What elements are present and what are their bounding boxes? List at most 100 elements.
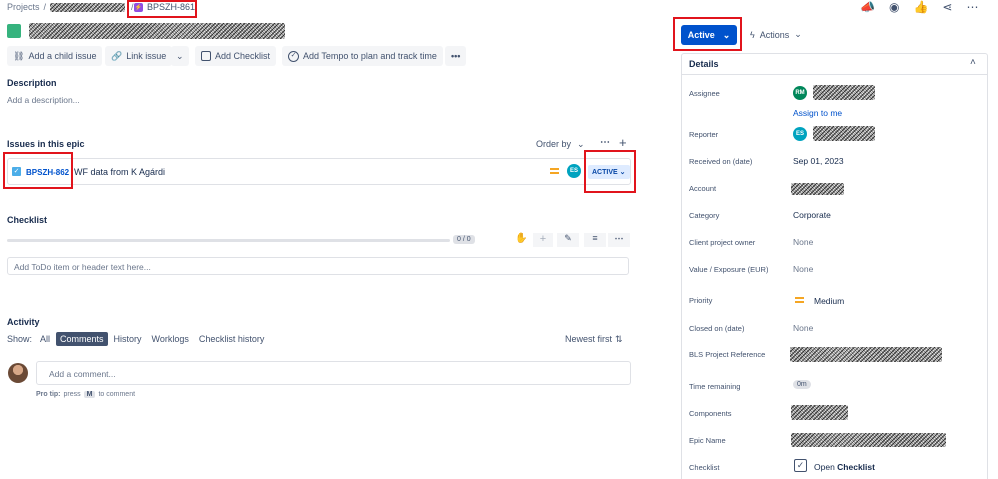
- value-exposure-value[interactable]: None: [793, 264, 813, 274]
- add-checklist-button[interactable]: Add Checklist: [195, 46, 277, 66]
- time-remaining-value[interactable]: 0m: [793, 380, 811, 389]
- lightning-icon: ϟ: [750, 29, 755, 40]
- child-issue-summary[interactable]: WF data from K Agárdi: [74, 167, 165, 177]
- share-icon[interactable]: ⋖: [942, 0, 952, 14]
- checklist-more-icon[interactable]: ⋯: [608, 233, 630, 247]
- chevron-down-icon: ⌄: [176, 50, 184, 61]
- hierarchy-icon: ⛓: [13, 50, 25, 61]
- pro-tip: Pro tip: press Mto comment: [36, 391, 136, 398]
- more-actions-button[interactable]: •••: [445, 46, 467, 66]
- ellipsis-icon: •••: [451, 51, 461, 61]
- add-tempo-button[interactable]: ✓ Add Tempo to plan and track time: [282, 46, 443, 66]
- checklist-field-label: Checklist: [689, 463, 720, 472]
- activity-tabs: All Comments History Worklogs Checklist …: [36, 332, 270, 346]
- child-status-lozenge[interactable]: ACTIVE ⌄: [588, 165, 630, 179]
- components-label: Components: [689, 409, 732, 418]
- sort-newest-button[interactable]: Newest first ⇅: [565, 334, 623, 345]
- checklist-progress-bar: [7, 239, 450, 242]
- breadcrumb-separator: /: [43, 2, 47, 12]
- assignee-name-redacted[interactable]: [813, 85, 875, 100]
- reporter-avatar[interactable]: ES: [793, 127, 807, 141]
- checkbox-icon: [201, 51, 211, 61]
- assign-to-me-link[interactable]: Assign to me: [793, 108, 842, 118]
- account-value-redacted[interactable]: [791, 183, 844, 195]
- epic-more-icon[interactable]: ⋯: [600, 137, 610, 148]
- breadcrumb-issue[interactable]: ⚡ BPSZH-861: [134, 2, 195, 12]
- closed-label: Closed on (date): [689, 324, 745, 333]
- reporter-name-redacted[interactable]: [813, 126, 875, 141]
- checklist-checkbox-icon: ✓: [794, 459, 807, 472]
- megaphone-icon[interactable]: 📣: [860, 0, 875, 14]
- like-icon[interactable]: 👍: [913, 0, 928, 14]
- child-issue-key[interactable]: BPSZH-862: [26, 168, 69, 177]
- tab-all[interactable]: All: [36, 332, 54, 346]
- more-dropdown-button[interactable]: ⌄: [171, 46, 189, 66]
- checklist-heading: Checklist: [7, 215, 48, 225]
- task-type-icon: ✓: [12, 167, 21, 176]
- details-header[interactable]: [681, 53, 988, 75]
- time-remaining-label: Time remaining: [689, 382, 741, 391]
- child-assignee-avatar[interactable]: ES: [567, 164, 581, 178]
- watch-eye-icon[interactable]: ◉: [889, 0, 899, 14]
- epic-name-label: Epic Name: [689, 436, 726, 445]
- epic-issues-heading: Issues in this epic: [7, 139, 85, 149]
- checklist-filter-icon[interactable]: ≡: [584, 233, 606, 247]
- checklist-emoji-icon[interactable]: ✋: [515, 233, 527, 244]
- comment-input[interactable]: Add a comment...: [36, 361, 631, 385]
- priority-value[interactable]: Medium: [814, 296, 844, 306]
- chevron-up-icon[interactable]: ˄: [970, 57, 976, 68]
- details-heading: Details: [689, 59, 719, 69]
- checklist-edit-icon[interactable]: ✎: [557, 233, 579, 247]
- chevron-down-icon: ⌄: [577, 139, 585, 149]
- bls-reference-redacted[interactable]: [790, 347, 942, 362]
- status-button[interactable]: Active ⌄: [681, 25, 737, 45]
- tab-worklogs[interactable]: Worklogs: [148, 332, 193, 346]
- page-title-redacted[interactable]: [29, 23, 285, 39]
- priority-label: Priority: [689, 296, 713, 305]
- client-owner-value[interactable]: None: [793, 237, 813, 247]
- breadcrumb-projects[interactable]: Projects: [7, 2, 40, 12]
- link-issue-button[interactable]: 🔗 Link issue: [105, 46, 173, 66]
- checklist-progress-count: 0 / 0: [453, 235, 475, 244]
- priority-medium-icon: [795, 297, 804, 303]
- bls-reference-label: BLS Project Reference: [689, 350, 766, 359]
- checklist-item-input[interactable]: Add ToDo item or header text here...: [7, 257, 629, 275]
- link-icon: 🔗: [111, 50, 123, 61]
- breadcrumb: Projects / /: [7, 2, 134, 12]
- actions-button[interactable]: ϟ Actions ⌄: [750, 29, 802, 40]
- more-icon[interactable]: ⋯: [966, 0, 978, 14]
- tempo-check-icon: ✓: [288, 50, 299, 62]
- shortcut-key: M: [83, 391, 96, 398]
- add-child-plus-icon[interactable]: +: [619, 135, 627, 150]
- issue-key[interactable]: BPSZH-861: [147, 2, 195, 12]
- top-icons: 📣 ◉ 👍 ⋖ ⋯: [860, 0, 978, 14]
- received-label: Received on (date): [689, 157, 753, 166]
- client-owner-label: Client project owner: [689, 238, 756, 247]
- assignee-label: Assignee: [689, 89, 720, 98]
- account-label: Account: [689, 184, 717, 193]
- category-value[interactable]: Corporate: [793, 210, 831, 220]
- assignee-avatar[interactable]: RM: [793, 86, 807, 100]
- chevron-down-icon: ⌄: [722, 29, 731, 40]
- reporter-label: Reporter: [689, 130, 719, 139]
- tab-history[interactable]: History: [110, 332, 146, 346]
- tab-checklist-history[interactable]: Checklist history: [195, 332, 269, 346]
- open-checklist-link[interactable]: Open Checklist: [814, 462, 875, 472]
- activity-show-label: Show:: [7, 334, 33, 344]
- epic-type-icon: ⚡: [134, 2, 143, 12]
- closed-value[interactable]: None: [793, 323, 813, 333]
- tab-comments[interactable]: Comments: [56, 332, 108, 346]
- value-exposure-label: Value / Exposure (EUR): [689, 265, 769, 274]
- epic-name-redacted[interactable]: [791, 433, 946, 447]
- order-by-button[interactable]: Order by ⌄: [536, 139, 585, 150]
- category-label: Category: [689, 211, 720, 220]
- description-field[interactable]: Add a description...: [7, 95, 80, 105]
- components-redacted[interactable]: [791, 405, 848, 420]
- breadcrumb-project-redacted[interactable]: [50, 2, 126, 12]
- chevron-down-icon: ⌄: [794, 29, 802, 39]
- description-heading: Description: [7, 78, 57, 88]
- sort-icon: ⇅: [615, 334, 623, 344]
- checklist-add-icon[interactable]: +: [533, 233, 553, 247]
- received-value[interactable]: Sep 01, 2023: [793, 156, 844, 166]
- add-child-issue-button[interactable]: ⛓ Add a child issue: [7, 46, 103, 66]
